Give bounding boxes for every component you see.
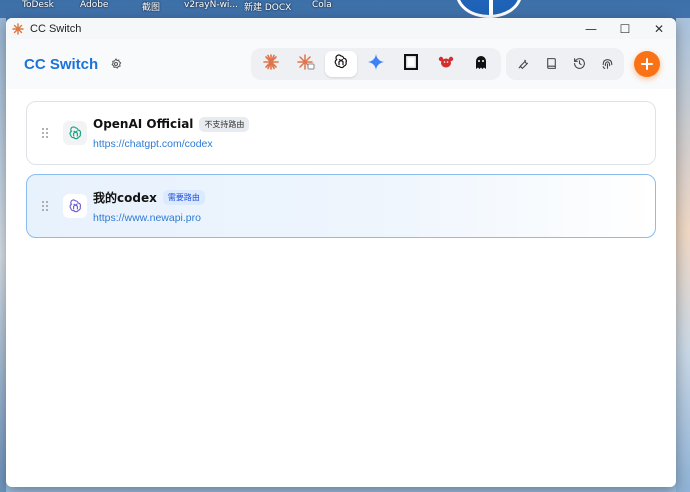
desktop-icon-label[interactable]: v2rayN-wi... — [184, 0, 238, 18]
provider-url-link[interactable]: https://chatgpt.com/codex — [93, 138, 249, 150]
provider-info: 我的codex 需要路由 https://www.newapi.pro — [93, 189, 205, 224]
provider-name-row: 我的codex 需要路由 — [93, 189, 205, 206]
app-header: CC Switch — [6, 39, 676, 89]
history-icon — [573, 55, 586, 74]
app-claude-desktop-button[interactable] — [290, 51, 322, 77]
claude-burst-icon — [263, 54, 279, 74]
routing-badge: 不支持路由 — [199, 116, 250, 132]
claude-burst-badge-icon — [297, 54, 315, 74]
provider-name-row: OpenAI Official 不支持路由 — [93, 116, 250, 132]
book-icon — [545, 55, 558, 74]
openai-logo-icon — [63, 121, 87, 145]
add-provider-button[interactable] — [634, 51, 660, 77]
routing-badge: 需要路由 — [162, 189, 205, 205]
tool-group — [506, 48, 624, 80]
provider-name: OpenAI Official — [93, 117, 194, 131]
tool-mcp-button[interactable] — [594, 51, 620, 77]
desktop-wallpaper-sign — [456, 0, 522, 19]
app-claude-button[interactable] — [255, 51, 287, 77]
desktop-icon-label[interactable]: Adobe — [80, 0, 108, 18]
desktop-icon-label[interactable]: 截图 — [142, 0, 160, 18]
maximize-button[interactable]: ☐ — [608, 18, 642, 39]
app-window: CC Switch — ☐ ✕ CC Switch OpenAI Officia… — [6, 18, 676, 487]
brand-title: CC Switch — [24, 55, 99, 73]
app-other-button[interactable] — [465, 51, 497, 77]
drag-handle-icon[interactable] — [27, 127, 63, 139]
desktop-icon-label[interactable]: ToDesk — [22, 0, 54, 18]
provider-card[interactable]: 我的codex 需要路由 https://www.newapi.pro — [26, 174, 656, 238]
wrench-icon — [517, 55, 530, 74]
ghost-icon — [473, 54, 489, 74]
provider-card[interactable]: OpenAI Official 不支持路由 https://chatgpt.co… — [26, 101, 656, 165]
window-title: CC Switch — [30, 22, 82, 35]
fingerprint-icon — [601, 55, 614, 74]
desktop-icon-label[interactable]: Cola — [312, 0, 332, 18]
gemini-sparkle-icon — [368, 54, 384, 74]
provider-url-link[interactable]: https://www.newapi.pro — [93, 212, 205, 224]
window-titlebar[interactable]: CC Switch — ☐ ✕ — [6, 18, 676, 39]
app-gemini-button[interactable] — [360, 51, 392, 77]
app-codex-button[interactable] — [325, 51, 357, 77]
tool-history-button[interactable] — [566, 51, 592, 77]
app-logo-icon — [12, 22, 24, 35]
plus-icon — [641, 55, 653, 74]
app-openclaw-button[interactable] — [430, 51, 462, 77]
minimize-button[interactable]: — — [574, 18, 608, 39]
settings-gear-icon[interactable] — [108, 56, 124, 72]
provider-list: OpenAI Official 不支持路由 https://chatgpt.co… — [6, 89, 676, 238]
openai-logo-icon — [63, 194, 87, 218]
app-opencode-button[interactable] — [395, 51, 427, 77]
openai-icon — [333, 54, 349, 74]
app-switcher — [251, 48, 501, 80]
tool-book-button[interactable] — [538, 51, 564, 77]
square-outline-icon — [403, 53, 419, 74]
tool-wrench-button[interactable] — [510, 51, 536, 77]
lobster-icon — [438, 54, 454, 74]
provider-info: OpenAI Official 不支持路由 https://chatgpt.co… — [93, 116, 250, 150]
desktop-wallpaper-right — [676, 18, 690, 492]
close-button[interactable]: ✕ — [642, 18, 676, 39]
drag-handle-icon[interactable] — [27, 200, 63, 212]
desktop-icon-strip: ToDesk Adobe 截图 v2rayN-wi... 新建 DOCX Col… — [0, 0, 690, 19]
provider-name: 我的codex — [93, 190, 157, 205]
desktop-icon-label[interactable]: 新建 DOCX — [244, 0, 291, 18]
